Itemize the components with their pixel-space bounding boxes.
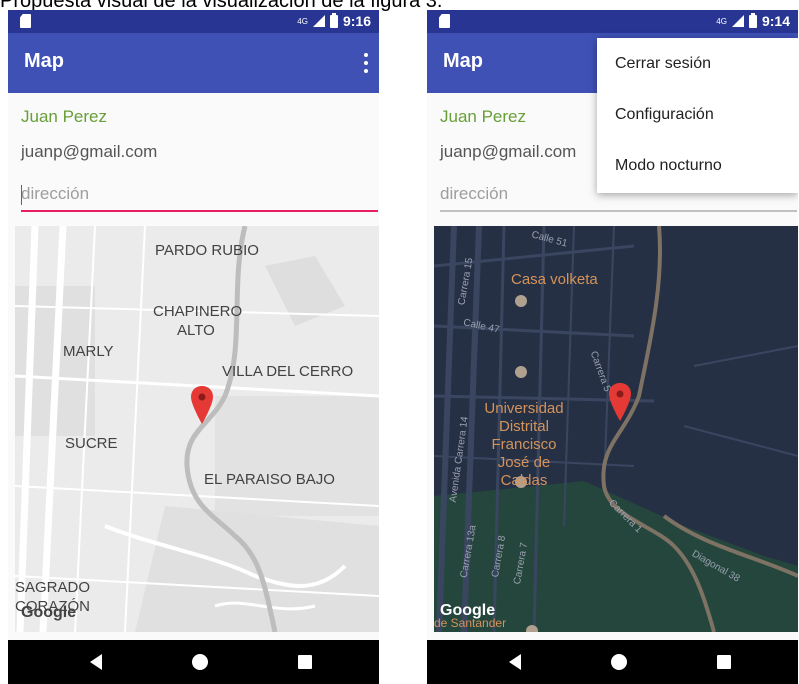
user-email: juanp@gmail.com bbox=[21, 142, 158, 161]
map-view[interactable]: PARDO RUBIO CHAPINERO ALTO MARLY VILLA D… bbox=[15, 226, 379, 632]
map-label: SAGRADO bbox=[15, 579, 91, 596]
menu-item-cerrar-sesion[interactable]: Cerrar sesión bbox=[597, 38, 798, 89]
home-icon[interactable] bbox=[192, 654, 208, 670]
location-pin-icon[interactable] bbox=[191, 386, 213, 424]
phone-screen-light: 4G 9:16 Map Juan Perez juanp@gmail.com d… bbox=[8, 10, 379, 684]
address-input[interactable] bbox=[21, 178, 378, 212]
poi-label[interactable]: Universidad Distrital Francisco José de … bbox=[474, 400, 574, 490]
map-label: MARLY bbox=[63, 343, 114, 360]
network-type: 4G bbox=[297, 16, 308, 26]
map-label: VILLA DEL CERRO bbox=[222, 363, 354, 380]
app-title: Map bbox=[24, 50, 64, 72]
sd-card-icon bbox=[439, 14, 450, 28]
map-label: CHAPINERO bbox=[153, 303, 243, 320]
navigation-bar bbox=[427, 640, 798, 684]
status-time: 9:14 bbox=[761, 13, 790, 29]
poi-label[interactable]: Casa volketa bbox=[511, 271, 598, 289]
user-name: Juan Perez bbox=[440, 107, 526, 126]
status-bar: 4G 9:14 bbox=[427, 10, 798, 33]
signal-icon bbox=[312, 15, 325, 27]
overflow-menu: Cerrar sesión Configuración Modo nocturn… bbox=[597, 38, 798, 193]
menu-item-modo-nocturno[interactable]: Modo nocturno bbox=[597, 140, 798, 191]
back-icon[interactable] bbox=[509, 654, 521, 670]
recents-icon[interactable] bbox=[298, 655, 312, 669]
sd-card-icon bbox=[20, 14, 31, 28]
signal-icon bbox=[731, 15, 744, 27]
navigation-bar bbox=[8, 640, 379, 684]
map-view[interactable]: Calle 51 Carrera 15 Calle 47 Carrera 5 A… bbox=[434, 226, 798, 632]
location-pin-icon[interactable] bbox=[609, 383, 631, 421]
recents-icon[interactable] bbox=[717, 655, 731, 669]
home-icon[interactable] bbox=[611, 654, 627, 670]
map-label: ALTO bbox=[177, 322, 215, 339]
text-cursor bbox=[21, 185, 22, 205]
map-label: PARDO RUBIO bbox=[155, 242, 259, 259]
map-label: SUCRE bbox=[65, 435, 118, 452]
map-label: EL PARAISO BAJO bbox=[204, 471, 335, 488]
menu-item-configuracion[interactable]: Configuración bbox=[597, 89, 798, 140]
map-base bbox=[15, 226, 379, 632]
battery-icon bbox=[329, 12, 338, 28]
overflow-menu-icon[interactable] bbox=[363, 53, 369, 73]
back-icon[interactable] bbox=[90, 654, 102, 670]
battery-icon bbox=[748, 12, 757, 28]
google-logo: Google bbox=[440, 602, 496, 619]
status-bar: 4G 9:16 bbox=[8, 10, 379, 33]
phone-screen-dark: 4G 9:14 Map Juan Perez juanp@gmail.com d… bbox=[427, 10, 798, 684]
user-name: Juan Perez bbox=[21, 107, 107, 126]
app-title: Map bbox=[443, 50, 483, 72]
status-time: 9:16 bbox=[342, 13, 371, 29]
network-type: 4G bbox=[716, 16, 727, 26]
google-logo: Google bbox=[21, 604, 77, 621]
app-bar: Map bbox=[8, 33, 379, 93]
user-email: juanp@gmail.com bbox=[440, 142, 577, 161]
